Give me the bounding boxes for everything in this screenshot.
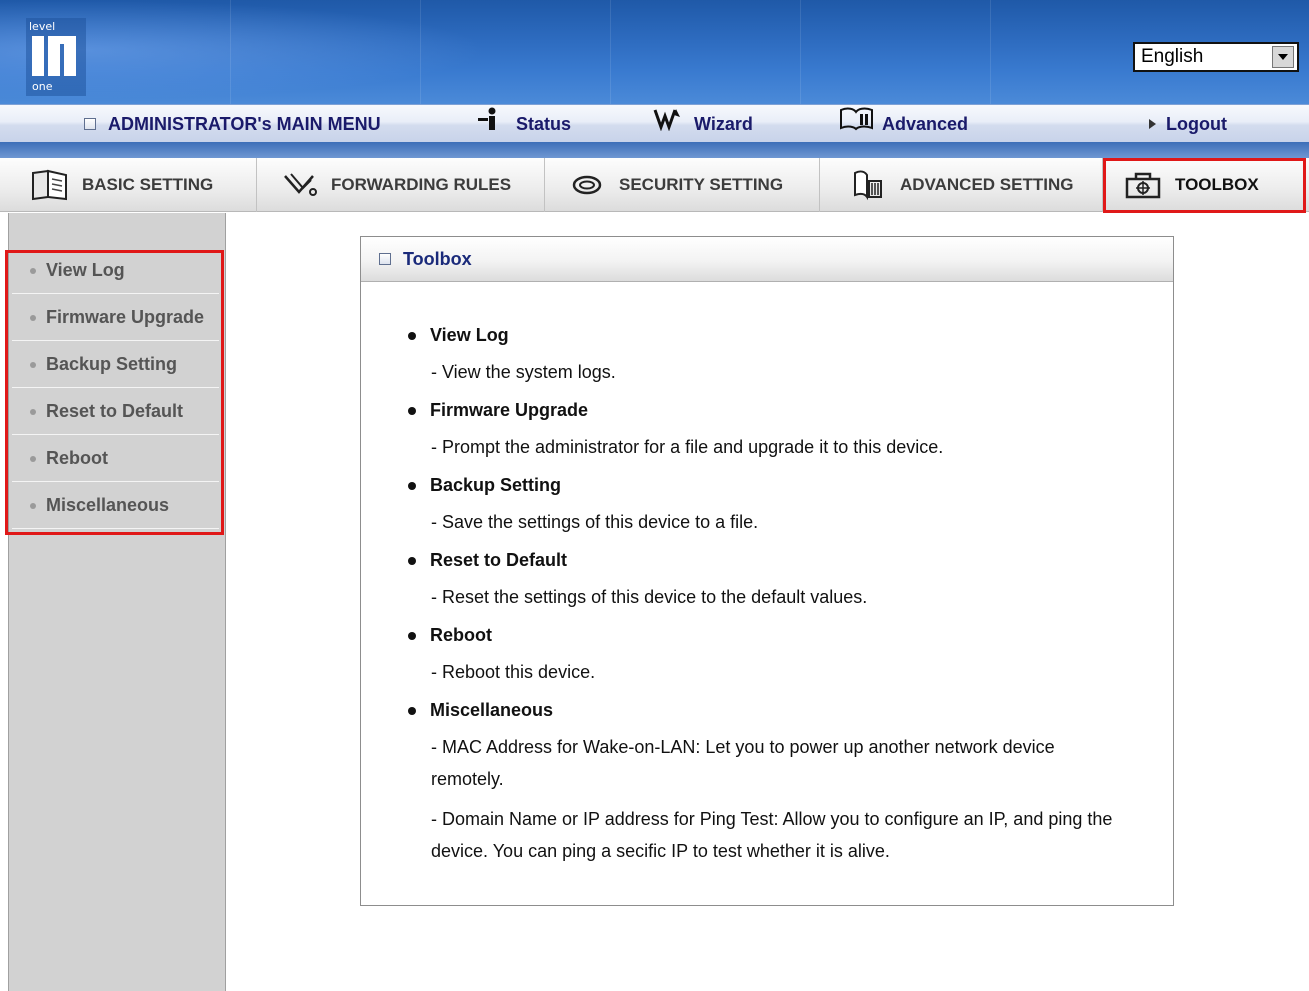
levelone-logo: level one — [26, 18, 86, 96]
tab-advanced-setting[interactable]: ADVANCED SETTING — [820, 158, 1103, 212]
panel-title: Toolbox — [403, 248, 472, 269]
toolbox-icon — [1123, 168, 1163, 202]
person-icon — [478, 107, 496, 130]
forward-arrows-icon — [279, 168, 319, 202]
triangle-right-icon — [1149, 119, 1156, 129]
bullet-icon — [30, 314, 36, 321]
tab-basic-setting[interactable]: BASIC SETTING — [0, 158, 257, 212]
entry-description: - Reset the settings of this device to t… — [431, 587, 868, 607]
entry-description: - Reboot this device. — [431, 662, 596, 682]
entry-firmware-upgrade: Firmware Upgrade — [408, 400, 588, 421]
sidebar-item-view-log[interactable]: View Log — [12, 248, 219, 294]
bullet-icon — [408, 556, 416, 565]
entry-backup-setting: Backup Setting — [408, 475, 561, 496]
router-admin-page: level one English ADMINISTRATOR's MAIN M… — [0, 0, 1309, 991]
logo-text-level: level — [29, 20, 55, 33]
tab-forwarding-rules[interactable]: FORWARDING RULES — [257, 158, 545, 212]
header-banner: level one English — [0, 0, 1309, 104]
entry-title: Reboot — [430, 625, 492, 645]
bullet-icon — [408, 706, 416, 715]
tab-security-setting[interactable]: SECURITY SETTING — [545, 158, 820, 212]
advanced-book-icon — [840, 107, 873, 131]
chevron-down-icon[interactable] — [1272, 46, 1294, 68]
entry-title: Backup Setting — [430, 475, 562, 495]
sidebar-item-label: Reboot — [46, 448, 108, 468]
sidebar-item-miscellaneous[interactable]: Miscellaneous — [12, 483, 219, 529]
sidebar-item-firmware-upgrade[interactable]: Firmware Upgrade — [12, 295, 219, 341]
logo-text-one: one — [32, 80, 53, 93]
entry-view-log: View Log — [408, 325, 509, 346]
menu-divider-strip — [0, 142, 1309, 158]
tab-toolbox-label: TOOLBOX — [1175, 175, 1259, 194]
entry-title: Firmware Upgrade — [430, 400, 589, 420]
tab-advanced-setting-label: ADVANCED SETTING — [900, 175, 1074, 194]
settings-tab-bar: BASIC SETTING FORWARDING RULES SECURITY … — [0, 158, 1309, 212]
sidebar-item-label: View Log — [46, 260, 125, 280]
tab-forwarding-rules-label: FORWARDING RULES — [331, 175, 512, 194]
entry-reset-to-default: Reset to Default — [408, 550, 567, 571]
sidebar-item-label: Miscellaneous — [46, 495, 170, 515]
bullet-icon — [30, 455, 36, 462]
square-bullet-icon — [379, 253, 391, 265]
bullet-icon — [408, 406, 416, 415]
wizard-menu-item[interactable]: Wizard — [652, 105, 753, 143]
language-select-value: English — [1141, 46, 1204, 67]
status-menu-item[interactable]: Status — [476, 105, 571, 143]
toolbox-panel: Toolbox View Log - View the system logs.… — [360, 236, 1174, 906]
main-menu-title: ADMINISTRATOR's MAIN MENU — [84, 105, 381, 143]
bullet-icon — [408, 331, 416, 340]
sidebar-item-label: Firmware Upgrade — [46, 307, 205, 327]
status-label: Status — [516, 113, 572, 134]
logout-menu-item[interactable]: Logout — [1148, 105, 1227, 143]
entry-description: - Save the settings of this device to a … — [431, 512, 759, 532]
main-menu-bar: ADMINISTRATOR's MAIN MENU Status Wizard … — [0, 104, 1309, 142]
tab-security-setting-label: SECURITY SETTING — [619, 175, 784, 194]
wizard-label: Wizard — [694, 113, 753, 134]
bullet-icon — [408, 631, 416, 640]
tab-toolbox[interactable]: TOOLBOX — [1103, 158, 1309, 212]
sidebar-item-reboot[interactable]: Reboot — [12, 436, 219, 482]
book-icon — [30, 168, 70, 202]
advanced-book-icon — [848, 168, 888, 202]
tab-basic-setting-label: BASIC SETTING — [82, 175, 214, 194]
entry-description: - Domain Name or IP address for Ping Tes… — [431, 809, 1113, 861]
sidebar-item-reset-to-default[interactable]: Reset to Default — [12, 389, 219, 435]
entry-reboot: Reboot — [408, 625, 492, 646]
entry-title: Reset to Default — [430, 550, 568, 570]
bullet-icon — [30, 361, 36, 368]
advanced-menu-item[interactable]: Advanced — [838, 105, 968, 143]
entry-miscellaneous: Miscellaneous — [408, 700, 553, 721]
sidebar-item-label: Backup Setting — [46, 354, 178, 374]
wizard-icon — [653, 109, 680, 131]
advanced-label: Advanced — [882, 113, 969, 134]
bullet-icon — [30, 408, 36, 415]
entry-description: - MAC Address for Wake-on-LAN: Let you t… — [431, 737, 1055, 789]
lock-chain-icon — [567, 168, 607, 202]
sidebar-item-label: Reset to Default — [46, 401, 184, 421]
square-bullet-icon — [84, 118, 96, 130]
entry-title: Miscellaneous — [430, 700, 554, 720]
entry-description: - View the system logs. — [431, 362, 616, 382]
bullet-icon — [408, 481, 416, 490]
panel-header: Toolbox — [361, 237, 1173, 282]
bullet-icon — [30, 502, 36, 509]
entry-title: View Log — [430, 325, 509, 345]
entry-description: - Prompt the administrator for a file an… — [431, 437, 944, 457]
bullet-icon — [30, 267, 36, 274]
language-select[interactable]: English — [1133, 42, 1299, 72]
sidebar-item-backup-setting[interactable]: Backup Setting — [12, 342, 219, 388]
logout-label: Logout — [1166, 113, 1227, 134]
main-menu-title-label: ADMINISTRATOR's MAIN MENU — [108, 113, 381, 134]
